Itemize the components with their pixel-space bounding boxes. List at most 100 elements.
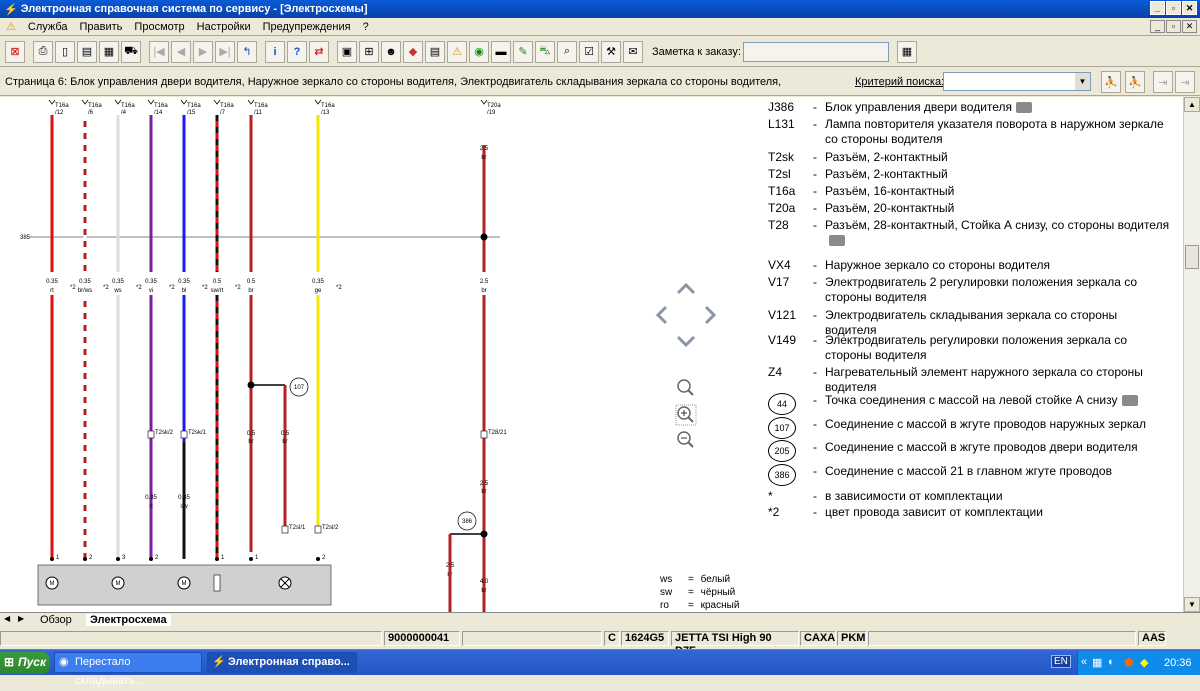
vehicle-icon[interactable]: ⛍ [535,40,555,63]
wire-gauge-label: 2.5 [480,481,489,487]
search-icon[interactable]: ⌕ [557,40,577,63]
calculator-icon[interactable]: ▣ [337,40,357,63]
prev-page-icon[interactable]: ◀ [171,40,191,63]
doc-minimize-button[interactable]: _ [1150,20,1165,33]
back-icon[interactable]: ↰ [237,40,257,63]
legend-row-star2: *2 - цвет провода зависит от комплектации [768,505,1170,520]
next-page-icon[interactable]: ▶ [193,40,213,63]
info-icon[interactable]: i [265,40,285,63]
legend-code: VX4 [768,258,791,272]
connector-box [314,525,322,534]
open-document-icon[interactable]: ▤ [77,40,97,63]
pan-down-icon[interactable] [676,335,696,348]
grid-icon[interactable]: ⊞ [359,40,379,63]
wire-note-label: *2 [235,285,241,291]
warning-icon: ⚠ [6,21,16,33]
menu-item-help[interactable]: ? [357,21,375,33]
camera-icon[interactable] [1121,395,1138,407]
security-icon[interactable]: ⬟ [1124,656,1134,669]
car-icon[interactable]: ⛟ [121,40,141,63]
status-cell [0,631,382,646]
menu-item-settings[interactable]: Настройки [191,21,257,33]
legend-description: Разъём, 28-контактный, Стойка А снизу, с… [825,218,1170,248]
menu-item-service[interactable]: Служба [22,21,74,33]
order-note-button[interactable]: ▦ [896,40,917,63]
wire-gauge-label: 0.35 [79,279,91,285]
tab-next-icon[interactable]: ▶ [18,614,24,623]
person-icon[interactable]: ☻ [381,40,401,63]
legend-description: Электродвигатель 2 регулировки положения… [825,275,1138,304]
exit-icon[interactable]: ⊠ [5,40,25,63]
pan-up-icon[interactable] [676,282,696,295]
wire-pin-label: /7 [220,110,226,116]
network-icon[interactable]: ▦ [1092,656,1102,669]
search-person-icon[interactable]: ⛹ [1101,71,1121,93]
menu-item-view[interactable]: Просмотр [128,21,190,33]
app-task-icon: ⚡ [212,656,226,668]
nav-forward-icon[interactable]: ⇥ [1153,71,1173,93]
globe-icon[interactable]: ◉ [469,40,489,63]
wire-connector-label: T16a [88,103,102,109]
search-criteria-select[interactable]: ▼ [943,72,1091,91]
search-person-alt-icon[interactable]: ⛹ [1125,71,1145,93]
nav-end-icon[interactable]: ⇥ [1175,71,1195,93]
zoom-icon[interactable] [677,379,694,396]
order-note-field[interactable] [742,41,889,62]
document-list-icon[interactable]: ▦ [99,40,119,63]
warning-toolbar-icon[interactable]: ⚠ [447,40,467,63]
tool-icon[interactable]: ✎ [513,40,533,63]
update-icon[interactable]: ◆ [1140,656,1148,669]
legend-row-107: 107- Соединение с массой в жгуте проводов… [768,417,1170,439]
pin-dot [83,557,87,561]
book-icon[interactable]: ◆ [403,40,423,63]
status-vehicle-code: 1624G5 [621,631,669,646]
help-icon[interactable]: ? [287,40,307,63]
pan-right-icon[interactable] [704,305,717,325]
camera-icon[interactable] [829,235,845,247]
wrench-icon[interactable]: ⚒ [601,40,621,63]
tab-overview[interactable]: Обзор [40,614,72,626]
table-icon[interactable]: ▤ [425,40,445,63]
tab-wiring-diagram[interactable]: Электросхема [86,614,171,626]
camera-icon[interactable] [1016,102,1033,114]
note-help-icon[interactable]: ✉ [623,40,643,63]
legend-description: Блок управления двери водителя [825,100,1170,115]
save-icon[interactable]: ▬ [491,40,511,63]
doc-close-button[interactable]: ✕ [1182,20,1197,33]
zoom-out-icon[interactable] [677,431,694,448]
taskbar-elsa-task[interactable]: ⚡ Электронная справо... [207,652,357,673]
vertical-scrollbar[interactable]: ▲ ▼ [1183,97,1200,612]
menu-item-edit[interactable]: Править [74,21,129,33]
scroll-thumb[interactable] [1185,245,1199,269]
tray-expand-icon[interactable]: « [1081,656,1087,668]
new-document-icon[interactable]: ▯ [55,40,75,63]
start-button[interactable]: ⊞ Пуск [0,652,50,674]
doc-restore-button[interactable]: ▫ [1166,20,1181,33]
close-button[interactable]: ✕ [1182,1,1197,15]
info-bar: Страница 6: Блок управления двери водите… [0,68,1200,96]
menu-item-warnings[interactable]: Предупреждения [257,21,357,33]
print-icon[interactable]: ⎙ [33,40,53,63]
minimize-button[interactable]: _ [1150,1,1165,15]
pan-left-icon[interactable] [655,305,668,325]
zoom-in-icon[interactable] [675,404,697,426]
swap-icon[interactable]: ⇄ [309,40,329,63]
page-description: Страница 6: Блок управления двери водите… [5,76,782,88]
maximize-button[interactable]: ▫ [1166,1,1181,15]
last-page-icon[interactable]: ▶| [215,40,235,63]
wiring-diagram[interactable]: 385 T16a/12 0.35 rt *2 T16a/6 0.35 br/ws *2 T16a /… [0,97,763,612]
checklist-icon[interactable]: ☑ [579,40,599,63]
scroll-up-icon[interactable]: ▲ [1184,97,1200,112]
language-indicator[interactable]: EN [1051,655,1071,668]
legend-row-T28: T28 - Разъём, 28-контактный, Стойка А сниз… [768,218,1170,248]
first-page-icon[interactable]: |◀ [149,40,169,63]
legend-dash: - [813,417,817,431]
volume-icon[interactable]: ◐ [1108,656,1115,668]
tab-prev-icon[interactable]: ◀ [4,614,10,623]
chevron-down-icon[interactable]: ▼ [1075,73,1090,90]
legend-dash: - [813,464,817,478]
scroll-down-icon[interactable]: ▼ [1184,597,1200,612]
taskbar-browser-task[interactable]: ◉ Перестало складывать... [54,652,202,687]
status-cell [868,631,1136,646]
status-engine: CAXA [800,631,836,646]
